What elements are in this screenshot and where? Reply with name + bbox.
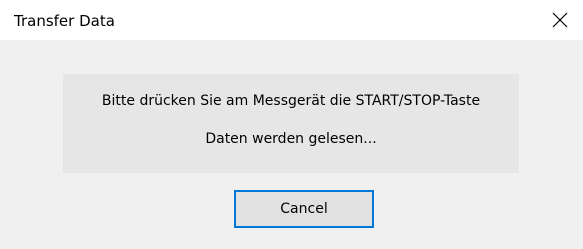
transfer-dialog: Transfer Data Bitte drücken Sie am Messg… [0,0,583,249]
dialog-body: Bitte drücken Sie am Messgerät die START… [0,40,583,249]
close-icon [552,12,568,28]
instruction-text: Bitte drücken Sie am Messgerät die START… [101,93,481,109]
status-text: Daten werden gelesen... [205,131,377,147]
cancel-button[interactable]: Cancel [234,190,374,228]
title-bar: Transfer Data [0,0,583,40]
close-button[interactable] [537,0,583,40]
message-panel: Bitte drücken Sie am Messgerät die START… [63,74,519,173]
window-title: Transfer Data [14,12,115,30]
